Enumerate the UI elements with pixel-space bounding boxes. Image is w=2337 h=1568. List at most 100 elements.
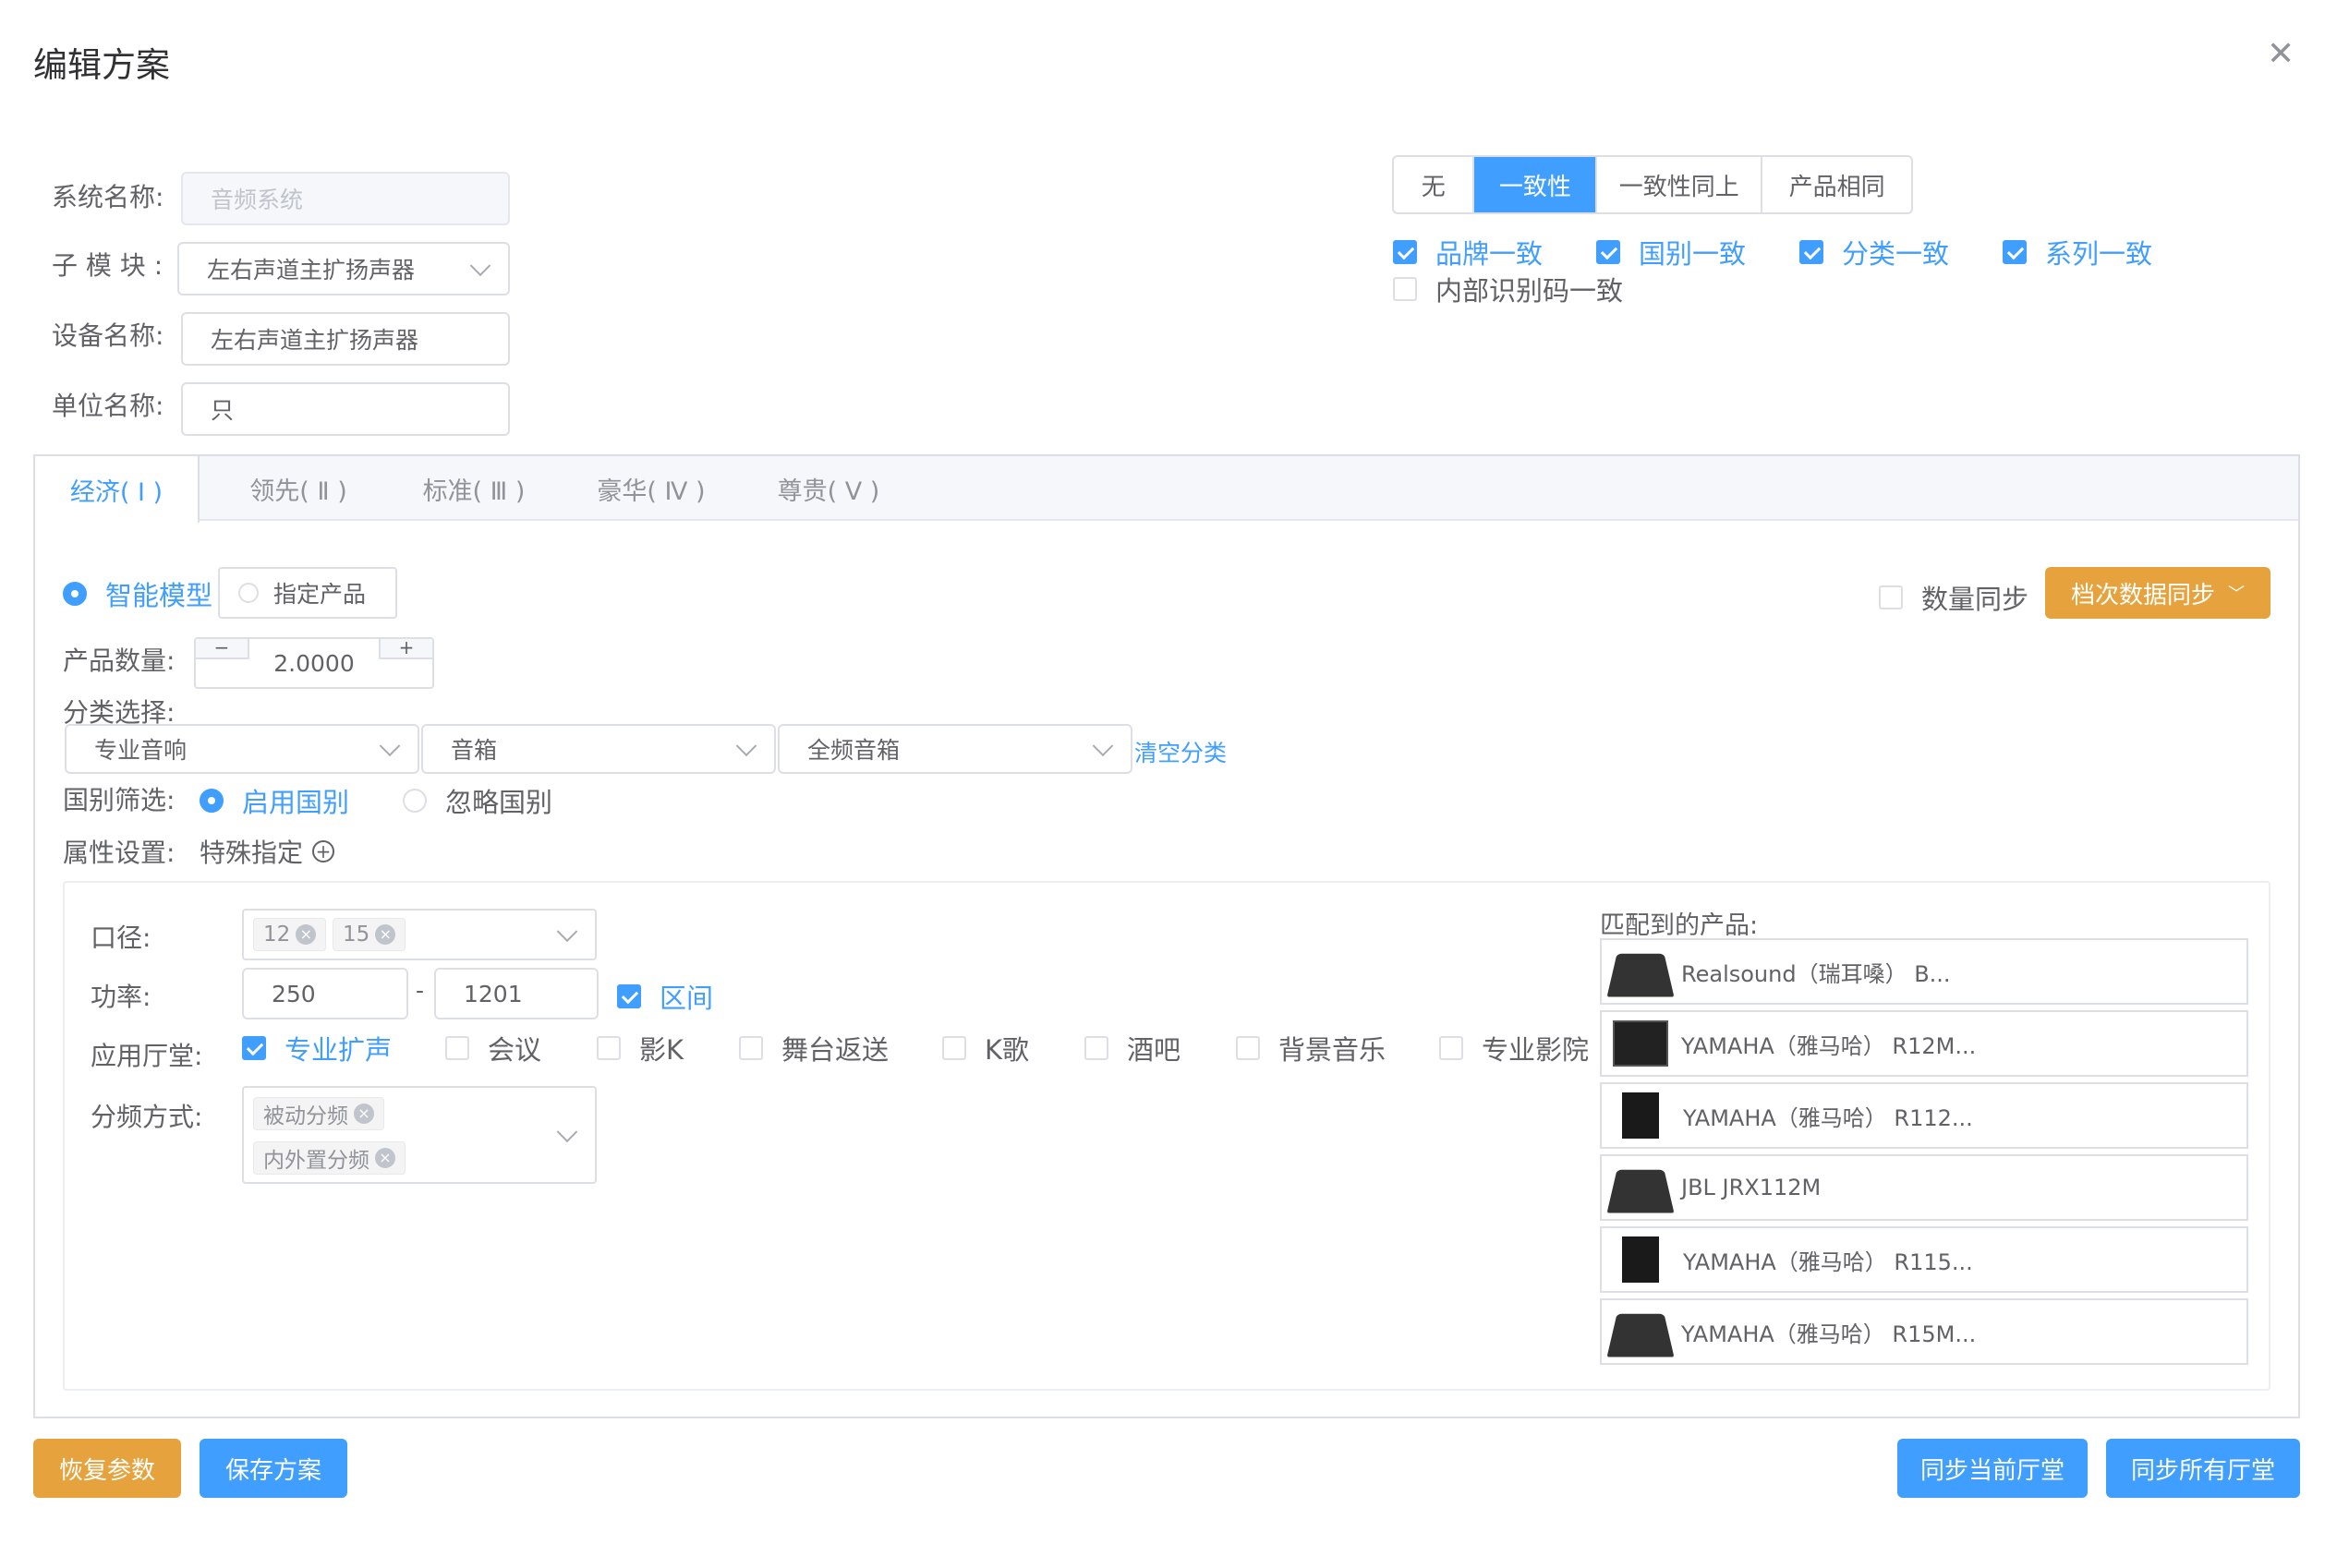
power-separator: - (416, 977, 425, 1004)
segment-none[interactable]: 无 (1394, 157, 1472, 212)
product-name: YAMAHA（雅马哈） R12M... (1681, 1032, 1977, 1059)
range-checkbox[interactable]: 区间 (617, 977, 713, 1016)
tag-close-icon[interactable]: × (354, 1104, 374, 1124)
diameter-label: 口径: (91, 923, 151, 953)
hall-check-film-k[interactable]: 影K (597, 1029, 684, 1067)
cabinet-speaker-icon (1613, 1020, 1668, 1067)
tab-economy[interactable]: 经济( I ) (35, 456, 200, 523)
checkbox-icon (739, 1036, 763, 1060)
radio-smart-model[interactable]: 智能模型 (63, 574, 212, 613)
country-filter-label: 国别筛选: (63, 785, 176, 815)
tab-bar: 经济( I ) 领先( Ⅱ ) 标准( Ⅲ ) 豪华( Ⅳ ) 尊贵( Ⅴ ) (35, 456, 2298, 523)
check-brand-label: 品牌一致 (1435, 238, 1544, 270)
qty-sync-checkbox[interactable]: 数量同步 (1879, 578, 2028, 617)
hall-check-cinema[interactable]: 专业影院 (1439, 1029, 1589, 1067)
checkbox-icon (1596, 240, 1620, 264)
segment-same-product[interactable]: 产品相同 (1761, 157, 1911, 212)
matched-product-item[interactable]: YAMAHA（雅马哈） R15M... (1600, 1298, 2248, 1365)
crossover-label: 分频方式: (91, 1102, 203, 1132)
monitor-speaker-icon (1606, 1313, 1675, 1357)
consistency-segment: 无 一致性 一致性同上 产品相同 (1392, 155, 1913, 214)
system-name-input[interactable]: 音频系统 (181, 172, 510, 225)
tier-sync-dropdown-button[interactable]: 档次数据同步 ﹀ (2045, 567, 2270, 619)
checkbox-icon (1393, 240, 1417, 264)
hall-check-stage-return[interactable]: 舞台返送 (739, 1029, 889, 1067)
category-level1-value: 专业音响 (94, 737, 188, 764)
matched-product-item[interactable]: Realsound（瑞耳嗓） B... (1600, 938, 2248, 1005)
category-level1-select[interactable]: 专业音响 (65, 724, 419, 774)
check-series[interactable]: 系列一致 (2003, 233, 2152, 271)
device-name-input[interactable]: 左右声道主扩扬声器 (181, 312, 510, 366)
radio-specified-label: 指定产品 (273, 581, 367, 608)
submodule-label: 子 模 块 : (52, 250, 163, 281)
category-level2-select[interactable]: 音箱 (421, 724, 776, 774)
radio-enable-country-label: 启用国别 (242, 787, 350, 818)
hall-check-pro-pa[interactable]: 专业扩声 (242, 1029, 392, 1067)
close-icon[interactable]: ✕ (2267, 35, 2295, 73)
check-country[interactable]: 国别一致 (1596, 233, 1746, 271)
radio-ignore-country-label: 忽略国别 (445, 787, 553, 818)
hall-check-karaoke[interactable]: K歌 (942, 1029, 1029, 1067)
power-max-input[interactable]: 1201 (434, 968, 599, 1019)
category-level3-select[interactable]: 全频音箱 (778, 724, 1132, 774)
matched-products-label: 匹配到的产品: (1600, 911, 1759, 940)
hall-label-text: 专业影院 (1482, 1034, 1590, 1066)
radio-icon (238, 583, 259, 603)
radio-enable-country[interactable]: 启用国别 (200, 781, 349, 820)
crossover-multiselect[interactable]: 被动分频 × 内外置分频 × (242, 1086, 597, 1184)
tab-leading[interactable]: 领先( Ⅱ ) (229, 456, 368, 521)
submodule-select[interactable]: 左右声道主扩扬声器 (177, 242, 510, 296)
hall-check-bar[interactable]: 酒吧 (1084, 1029, 1181, 1067)
check-category[interactable]: 分类一致 (1799, 233, 1949, 271)
tall-speaker-icon (1622, 1236, 1659, 1283)
hall-label-text: 专业扩声 (285, 1034, 393, 1066)
tag-close-icon[interactable]: × (375, 924, 396, 945)
radio-specified-product[interactable]: 指定产品 (218, 567, 397, 619)
restore-params-button[interactable]: 恢复参数 (33, 1439, 181, 1498)
check-brand[interactable]: 品牌一致 (1393, 233, 1543, 271)
matched-product-item[interactable]: JBL JRX112M (1600, 1154, 2248, 1221)
crossover-tag-text: 内外置分频 (263, 1149, 369, 1173)
unit-name-label: 单位名称: (52, 391, 164, 421)
qty-sync-label: 数量同步 (1921, 584, 2029, 615)
matched-product-item[interactable]: YAMAHA（雅马哈） R112... (1600, 1082, 2248, 1149)
special-assign-button[interactable]: 特殊指定 + (200, 833, 335, 870)
quantity-input[interactable]: 2.0000 (249, 650, 379, 677)
matched-product-item[interactable]: YAMAHA（雅马哈） R12M... (1600, 1010, 2248, 1077)
radio-ignore-country[interactable]: 忽略国别 (403, 781, 552, 820)
power-min-input[interactable]: 250 (242, 968, 408, 1019)
segment-consistent[interactable]: 一致性 (1472, 157, 1596, 212)
hall-check-bgm[interactable]: 背景音乐 (1236, 1029, 1386, 1067)
attribute-label: 属性设置: (63, 838, 176, 868)
checkbox-icon (2003, 240, 2027, 264)
monitor-speaker-icon (1606, 1169, 1675, 1213)
quantity-minus-button[interactable]: − (196, 638, 249, 659)
tab-noble[interactable]: 尊贵( Ⅴ ) (759, 456, 898, 521)
segment-same-as-above[interactable]: 一致性同上 (1595, 157, 1761, 212)
chevron-down-icon (735, 735, 757, 757)
submodule-value: 左右声道主扩扬声器 (207, 257, 416, 283)
category-level3-value: 全频音箱 (807, 737, 901, 764)
clear-category-link[interactable]: 清空分类 (1134, 735, 1227, 768)
sync-all-halls-button[interactable]: 同步所有厅堂 (2106, 1439, 2300, 1498)
diameter-multiselect[interactable]: 12 × 15 × (242, 909, 597, 960)
diameter-tag: 12 × (253, 918, 327, 951)
check-internal-code[interactable]: 内部识别码一致 (1393, 270, 1623, 308)
plus-circle-icon: + (312, 840, 335, 862)
tab-standard[interactable]: 标准( Ⅲ ) (405, 456, 543, 521)
tab-luxury[interactable]: 豪华( Ⅳ ) (582, 456, 720, 521)
save-plan-button[interactable]: 保存方案 (200, 1439, 347, 1498)
unit-name-input[interactable]: 只 (181, 382, 510, 436)
matched-product-item[interactable]: YAMAHA（雅马哈） R115... (1600, 1226, 2248, 1293)
checkbox-icon (242, 1036, 266, 1060)
tier-sync-label: 档次数据同步 (2070, 581, 2215, 609)
quantity-plus-button[interactable]: + (379, 638, 432, 659)
tag-close-icon[interactable]: × (375, 1148, 395, 1168)
radio-icon (403, 789, 427, 813)
checkbox-icon (1799, 240, 1823, 264)
radio-icon (200, 789, 224, 813)
radio-icon (63, 582, 87, 606)
hall-check-meeting[interactable]: 会议 (445, 1029, 541, 1067)
sync-current-hall-button[interactable]: 同步当前厅堂 (1897, 1439, 2088, 1498)
tag-close-icon[interactable]: × (296, 924, 317, 945)
